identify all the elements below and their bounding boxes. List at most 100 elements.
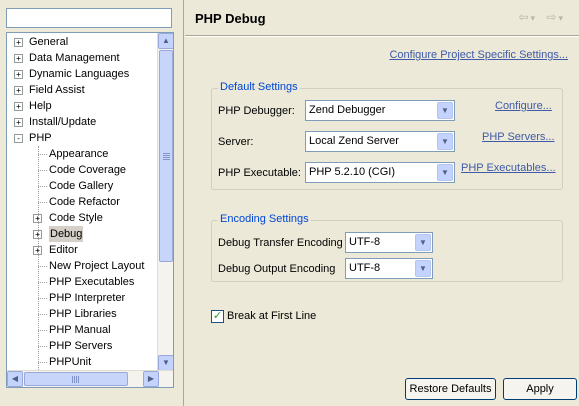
debug-output-encoding-combo[interactable]: UTF-8 ▼ xyxy=(345,258,433,279)
php-servers-link[interactable]: PHP Servers... xyxy=(482,131,555,143)
php-debugger-combo[interactable]: Zend Debugger ▼ xyxy=(305,100,455,121)
break-at-first-line-label[interactable]: Break at First Line xyxy=(227,310,316,322)
php-executable-label: PHP Executable: xyxy=(218,167,301,179)
combo-arrow-icon[interactable]: ▼ xyxy=(437,133,453,150)
debug-output-encoding-label: Debug Output Encoding xyxy=(218,263,336,275)
horizontal-scroll-thumb[interactable] xyxy=(24,372,128,386)
back-dropdown-icon[interactable]: ▾ xyxy=(531,13,536,23)
tree-item-label: Dynamic Languages xyxy=(29,68,130,80)
configure-project-settings-link[interactable]: Configure Project Specific Settings... xyxy=(389,49,568,61)
tree-item-label: PHP Libraries xyxy=(49,308,117,320)
title-separator xyxy=(185,35,579,37)
combo-arrow-icon[interactable]: ▼ xyxy=(437,164,453,181)
configure-debugger-link[interactable]: Configure... xyxy=(495,100,552,112)
tree-item[interactable]: PHP Interpreter xyxy=(7,290,159,306)
expand-icon[interactable]: + xyxy=(14,102,23,111)
default-settings-title: Default Settings xyxy=(218,81,300,93)
tree-item-label: General xyxy=(29,36,69,48)
tree-item[interactable]: Code Gallery xyxy=(7,178,159,194)
forward-dropdown-icon[interactable]: ▾ xyxy=(558,13,563,23)
scroll-up-button[interactable]: ▲ xyxy=(158,33,173,49)
tree-item-label: Code Refactor xyxy=(49,196,120,208)
combo-arrow-icon[interactable]: ▼ xyxy=(415,260,431,277)
expand-icon[interactable]: + xyxy=(14,54,23,63)
tree-item-label: PHPUnit xyxy=(49,356,92,368)
tree-item-label: Install/Update xyxy=(29,116,97,128)
php-executable-value: PHP 5.2.10 (CGI) xyxy=(309,166,395,178)
tree-item-label: Debug xyxy=(49,226,84,242)
collapse-icon[interactable]: - xyxy=(14,134,23,143)
tree-item-label: PHP Interpreter xyxy=(49,292,126,304)
tree-item-label: PHP xyxy=(29,132,52,144)
tree-item[interactable]: PHP Executables xyxy=(7,274,159,290)
encoding-settings-title: Encoding Settings xyxy=(218,213,311,225)
tree-item-label: PHP Executables xyxy=(49,276,135,288)
tree-item[interactable]: + Editor xyxy=(7,242,159,258)
debug-transfer-encoding-combo[interactable]: UTF-8 ▼ xyxy=(345,232,433,253)
horizontal-scrollbar[interactable]: ◀ ▶ xyxy=(7,370,173,387)
tree-item-label: Editor xyxy=(49,244,78,256)
debug-transfer-encoding-value: UTF-8 xyxy=(349,236,381,248)
expand-icon[interactable]: + xyxy=(14,118,23,127)
debug-transfer-encoding-label: Debug Transfer Encoding xyxy=(218,237,343,249)
filter-input[interactable] xyxy=(6,8,172,28)
server-value: Local Zend Server xyxy=(309,135,399,147)
restore-defaults-button[interactable]: Restore Defaults xyxy=(405,378,496,400)
tree-item[interactable]: + Debug xyxy=(7,226,159,242)
tree-item-label: Help xyxy=(29,100,52,112)
debug-output-encoding-value: UTF-8 xyxy=(349,262,381,274)
php-debugger-value: Zend Debugger xyxy=(309,104,386,116)
tree-item-label: PHP Servers xyxy=(49,340,113,352)
tree-item-label: Code Style xyxy=(49,212,103,224)
forward-arrow-icon[interactable]: ⇨ xyxy=(546,10,556,24)
php-debugger-label: PHP Debugger: xyxy=(218,105,295,117)
tree-item[interactable]: PHP Servers xyxy=(7,338,159,354)
combo-arrow-icon[interactable]: ▼ xyxy=(415,234,431,251)
tree-item[interactable]: + Dynamic Languages xyxy=(7,66,159,82)
scroll-right-button[interactable]: ▶ xyxy=(143,371,159,387)
encoding-settings-group: Encoding Settings Debug Transfer Encodin… xyxy=(211,213,563,282)
php-executables-link[interactable]: PHP Executables... xyxy=(461,162,556,174)
tree-item[interactable]: Appearance xyxy=(7,146,159,162)
tree-item[interactable]: New Project Layout xyxy=(7,258,159,274)
tree-item-label: PHP Manual xyxy=(49,324,111,336)
default-settings-group: Default Settings PHP Debugger: Zend Debu… xyxy=(211,81,563,190)
tree-item[interactable]: Code Refactor xyxy=(7,194,159,210)
server-label: Server: xyxy=(218,136,254,148)
php-executable-combo[interactable]: PHP 5.2.10 (CGI) ▼ xyxy=(305,162,455,183)
break-at-first-line-checkbox[interactable]: ✓ xyxy=(211,310,224,323)
tree-item-label: Field Assist xyxy=(29,84,85,96)
page-title: PHP Debug xyxy=(195,11,266,26)
tree-item[interactable]: PHP Manual xyxy=(7,322,159,338)
back-arrow-icon[interactable]: ⇦ xyxy=(518,10,528,24)
vertical-scroll-thumb[interactable] xyxy=(159,50,173,262)
preferences-navigation-pane: + General + Data Management + Dynamic Languag… xyxy=(0,0,184,406)
tree-item[interactable]: + Install/Update xyxy=(7,114,159,130)
tree-item[interactable]: + Field Assist xyxy=(7,82,159,98)
tree-item[interactable]: PHP Libraries xyxy=(7,306,159,322)
tree-item[interactable]: PHPUnit xyxy=(7,354,159,370)
tree-item-label: Code Gallery xyxy=(49,180,114,192)
tree-item[interactable]: + Data Management xyxy=(7,50,159,66)
tree-item[interactable]: + Help xyxy=(7,98,159,114)
tree-item-label: Code Coverage xyxy=(49,164,127,176)
tree-item[interactable]: Code Coverage xyxy=(7,162,159,178)
check-mark-icon: ✓ xyxy=(212,310,223,322)
tree-item-label: Appearance xyxy=(49,148,109,160)
tree-item[interactable]: + Code Style xyxy=(7,210,159,226)
apply-button[interactable]: Apply xyxy=(503,378,577,400)
tree-item-label: Data Management xyxy=(29,52,120,64)
expand-icon[interactable]: + xyxy=(14,86,23,95)
scroll-left-button[interactable]: ◀ xyxy=(7,371,23,387)
tree-item[interactable]: - PHP xyxy=(7,130,159,146)
scroll-down-button[interactable]: ▼ xyxy=(158,355,173,371)
preferences-tree: + General + Data Management + Dynamic Languag… xyxy=(6,32,174,388)
combo-arrow-icon[interactable]: ▼ xyxy=(437,102,453,119)
vertical-scrollbar[interactable]: ▲ ▼ xyxy=(157,33,173,371)
tree-item[interactable]: + General xyxy=(7,34,159,50)
server-combo[interactable]: Local Zend Server ▼ xyxy=(305,131,455,152)
php-debug-page: PHP Debug ⇦ ▾ ⇨ ▾ Configure Project Specif… xyxy=(185,0,579,406)
expand-icon[interactable]: + xyxy=(14,38,23,47)
tree-item-label: New Project Layout xyxy=(49,260,145,272)
expand-icon[interactable]: + xyxy=(14,70,23,79)
